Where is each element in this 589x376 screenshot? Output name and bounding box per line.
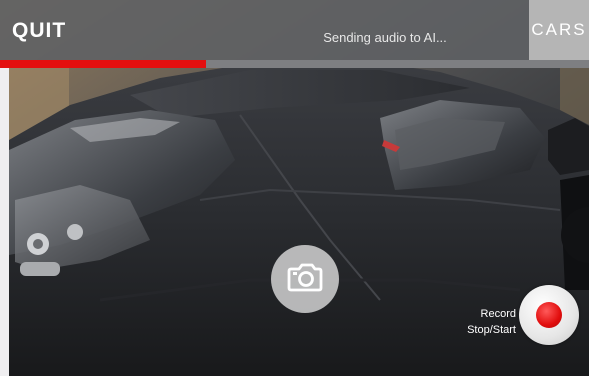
record-label-line1: Record — [480, 308, 516, 320]
camera-button[interactable] — [271, 245, 339, 313]
upload-progress-fill — [0, 60, 207, 68]
status-text: Sending audio to AI... — [323, 30, 447, 45]
top-bar: QUIT Sending audio to AI... CARS — [0, 0, 589, 60]
record-label: Record Stop/Start — [458, 306, 516, 338]
ar-camera-view: QUIT Sending audio to AI... CARS Record … — [0, 0, 589, 376]
screen-left-edge — [0, 68, 9, 376]
quit-button[interactable]: QUIT — [12, 19, 66, 45]
record-label-line2: Stop/Start — [467, 324, 516, 336]
record-button[interactable] — [519, 285, 579, 345]
upload-progress-bar — [0, 60, 589, 68]
record-dot-icon — [536, 302, 562, 328]
cars-button[interactable]: CARS — [529, 0, 589, 60]
camera-icon — [287, 262, 323, 297]
